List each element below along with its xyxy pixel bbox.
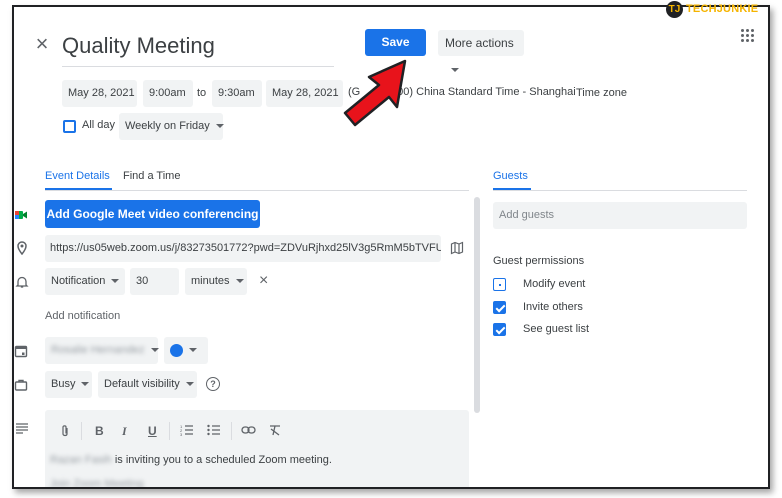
briefcase-icon: [14, 379, 28, 391]
notification-amount-input[interactable]: 30: [130, 268, 179, 295]
attachment-icon[interactable]: [59, 424, 71, 441]
guest-permissions-title: Guest permissions: [493, 255, 585, 267]
chevron-down-icon: [215, 124, 224, 129]
recurrence-select[interactable]: Weekly on Friday: [119, 113, 224, 140]
see-guest-list-label: See guest list: [523, 323, 590, 335]
remove-notification-icon[interactable]: ×: [259, 273, 268, 289]
more-actions-label: More actions: [445, 36, 514, 50]
notification-unit-value: minutes: [191, 275, 230, 287]
google-meet-icon: [15, 211, 27, 219]
add-notification-link[interactable]: Add notification: [45, 303, 120, 330]
calendar-icon: [14, 345, 28, 358]
description-text: is inviting you to a scheduled Zoom meet…: [114, 454, 332, 466]
modify-event-label: Modify event: [523, 278, 586, 290]
logo-mark: TJ: [666, 0, 683, 18]
description-line-1: Razan Fasih is inviting you to a schedul…: [50, 454, 332, 466]
bold-icon[interactable]: B: [95, 424, 104, 438]
chevron-down-icon: [111, 279, 120, 284]
event-title-input[interactable]: Quality Meeting: [62, 33, 215, 59]
link-icon[interactable]: [241, 424, 256, 438]
save-button[interactable]: Save: [365, 29, 426, 56]
timezone-button[interactable]: Time zone: [576, 80, 627, 107]
toolbar-separator: [81, 422, 82, 440]
availability-select[interactable]: Busy: [45, 371, 92, 398]
notification-type-value: Notification: [51, 275, 106, 287]
chevron-down-icon: [189, 348, 197, 353]
availability-value: Busy: [51, 378, 76, 390]
bell-icon: [15, 276, 29, 288]
close-icon[interactable]: ×: [32, 33, 52, 55]
chevron-down-icon: [185, 382, 194, 387]
invite-others-checkbox[interactable]: [493, 301, 506, 314]
add-google-meet-button[interactable]: Add Google Meet video conferencing: [45, 200, 260, 228]
event-color-dot: [170, 343, 183, 357]
chevron-down-icon: [81, 382, 90, 387]
event-color-select[interactable]: [164, 337, 208, 364]
visibility-select[interactable]: Default visibility: [98, 371, 197, 398]
tabs-divider: [45, 190, 469, 191]
tab-event-details[interactable]: Event Details: [45, 168, 110, 184]
more-actions-button[interactable]: More actions: [438, 30, 524, 72]
help-icon[interactable]: ?: [206, 377, 220, 391]
description-icon: [16, 423, 28, 434]
calendar-select[interactable]: Rosalie Hernandez: [45, 337, 159, 364]
add-guests-input[interactable]: Add guests: [493, 202, 747, 229]
tab-guests[interactable]: Guests: [493, 168, 528, 184]
notification-unit-select[interactable]: minutes: [185, 268, 247, 295]
start-time-field[interactable]: 9:00am: [143, 80, 193, 107]
event-editor-window: × Quality Meeting Save More actions May …: [12, 5, 770, 489]
invite-others-label: Invite others: [523, 301, 583, 313]
start-date-field[interactable]: May 28, 2021: [62, 80, 137, 107]
end-time-field[interactable]: 9:30am: [212, 80, 262, 107]
chevron-down-icon: [235, 279, 244, 284]
guests-divider: [493, 190, 747, 191]
location-pin-icon: [17, 241, 27, 255]
techjunkie-logo: TJ TECHJUNKIE: [666, 0, 759, 18]
scrollbar-thumb[interactable]: [474, 197, 480, 413]
all-day-checkbox[interactable]: [63, 120, 76, 133]
toolbar-separator: [231, 422, 232, 440]
italic-icon[interactable]: I: [122, 424, 127, 439]
logo-text: TECHJUNKIE: [686, 3, 759, 15]
red-arrow-annotation: [343, 59, 407, 127]
see-guest-list-checkbox[interactable]: [493, 323, 506, 336]
chevron-down-icon: [451, 67, 459, 72]
toolbar-separator: [169, 422, 170, 440]
end-date-field[interactable]: May 28, 2021: [266, 80, 343, 107]
svg-text:3: 3: [180, 432, 183, 436]
visibility-value: Default visibility: [104, 378, 180, 390]
notification-type-select[interactable]: Notification: [45, 268, 125, 295]
apps-grid-icon[interactable]: [741, 29, 755, 43]
timezone-label: 8:00) China Standard Time - Shanghai: [388, 86, 576, 98]
title-underline: [62, 66, 334, 67]
numbered-list-icon[interactable]: 123: [180, 424, 194, 439]
modify-event-checkbox[interactable]: [493, 278, 506, 291]
bulleted-list-icon[interactable]: [207, 424, 221, 439]
description-line-2: Join Zoom Meeting: [50, 478, 144, 489]
tab-find-a-time[interactable]: Find a Time: [123, 168, 180, 184]
calendar-owner-name: Rosalie Hernandez: [51, 344, 145, 356]
sender-name: Razan Fasih: [50, 454, 112, 466]
recurrence-value: Weekly on Friday: [125, 120, 210, 132]
all-day-label: All day: [82, 119, 116, 131]
to-label: to: [197, 87, 207, 99]
chevron-down-icon: [150, 348, 159, 353]
map-icon[interactable]: [450, 241, 464, 255]
underline-icon[interactable]: U: [148, 424, 157, 438]
description-editor[interactable]: B I U 123 Razan Fasih is inviting you to…: [45, 410, 469, 489]
location-input[interactable]: https://us05web.zoom.us/j/83273501772?pw…: [45, 235, 441, 262]
remove-formatting-icon[interactable]: [268, 424, 282, 439]
